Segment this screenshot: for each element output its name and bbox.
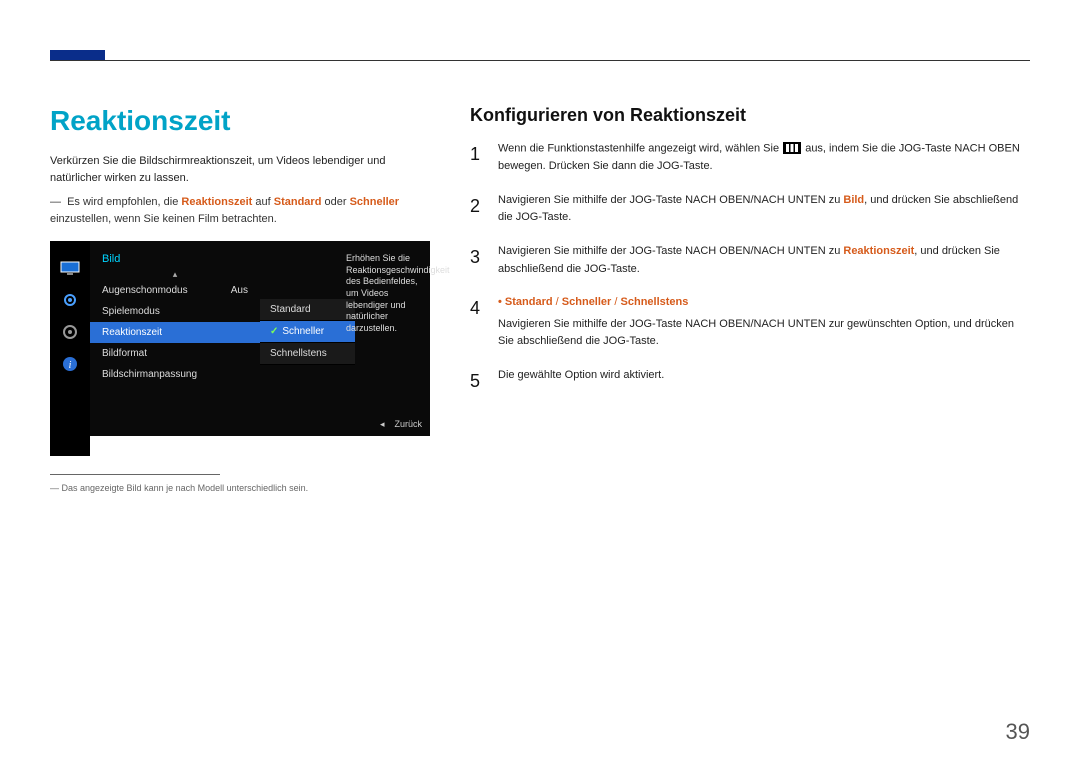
- header-accent: [50, 50, 105, 60]
- osd-item-game: Spielemodus: [90, 301, 260, 322]
- osd-sidebar: i: [50, 241, 90, 456]
- osd-menu-col: Bild ▴ AugenschonmodusAus Spielemodus Re…: [90, 241, 260, 436]
- osd-sub-standard: Standard: [260, 299, 355, 321]
- step-5: 5 Die gewählte Option wird aktiviert.: [470, 367, 1030, 396]
- page-title: Reaktionszeit: [50, 105, 430, 137]
- options-line: • Standard / Schneller / Schnellstens: [498, 294, 1030, 312]
- osd-item-response-selected: Reaktionszeit: [90, 322, 260, 343]
- osd-sub-schneller-selected: Schneller: [260, 321, 355, 343]
- gear-icon: [60, 325, 80, 339]
- page-number: 39: [1006, 719, 1030, 745]
- steps-list: 1 Wenn die Funktionstastenhilfe angezeig…: [470, 140, 1030, 396]
- settings-icon: [60, 293, 80, 307]
- monitor-icon: [60, 261, 80, 275]
- manual-page: Reaktionszeit Verkürzen Sie die Bildschi…: [0, 0, 1080, 763]
- menu-icon: [782, 140, 802, 158]
- step-1: 1 Wenn die Funktionstastenhilfe angezeig…: [470, 140, 1030, 176]
- section-title: Konfigurieren von Reaktionszeit: [470, 105, 1030, 126]
- osd-sub-schnellstens: Schnellstens: [260, 343, 355, 365]
- osd-menu-title: Bild: [90, 249, 260, 269]
- header-divider: [50, 60, 1030, 61]
- left-column: Reaktionszeit Verkürzen Sie die Bildschi…: [50, 105, 430, 493]
- note-dash: ―: [50, 196, 61, 208]
- recommendation-note: ― Es wird empfohlen, die Reaktionszeit a…: [50, 194, 430, 227]
- osd-item-format: Bildformat: [90, 343, 260, 364]
- footnote-divider: [50, 474, 220, 475]
- osd-back-label: Zurück: [380, 419, 422, 430]
- footnote: ― Das angezeigte Bild kann je nach Model…: [50, 483, 430, 493]
- osd-up-arrow: ▴: [90, 269, 260, 280]
- osd-screenshot: i Bild ▴ AugenschonmodusAus Spielemodus …: [50, 241, 430, 436]
- right-column: Konfigurieren von Reaktionszeit 1 Wenn d…: [470, 105, 1030, 493]
- osd-item-adjust: Bildschirmanpassung: [90, 364, 260, 385]
- osd-submenu-col: Standard Schneller Schnellstens: [260, 241, 355, 436]
- osd-item-eye: AugenschonmodusAus: [90, 280, 260, 301]
- svg-text:i: i: [69, 360, 72, 371]
- step-2: 2 Navigieren Sie mithilfe der JOG-Taste …: [470, 192, 1030, 227]
- info-icon: i: [60, 357, 80, 371]
- step-4: 4 • Standard / Schneller / Schnellstens …: [470, 294, 1030, 351]
- intro-text: Verkürzen Sie die Bildschirmreaktionszei…: [50, 153, 430, 186]
- step-3: 3 Navigieren Sie mithilfe der JOG-Taste …: [470, 243, 1030, 278]
- osd-description: Erhöhen Sie die Reaktionsgeschwindigkeit…: [342, 249, 430, 339]
